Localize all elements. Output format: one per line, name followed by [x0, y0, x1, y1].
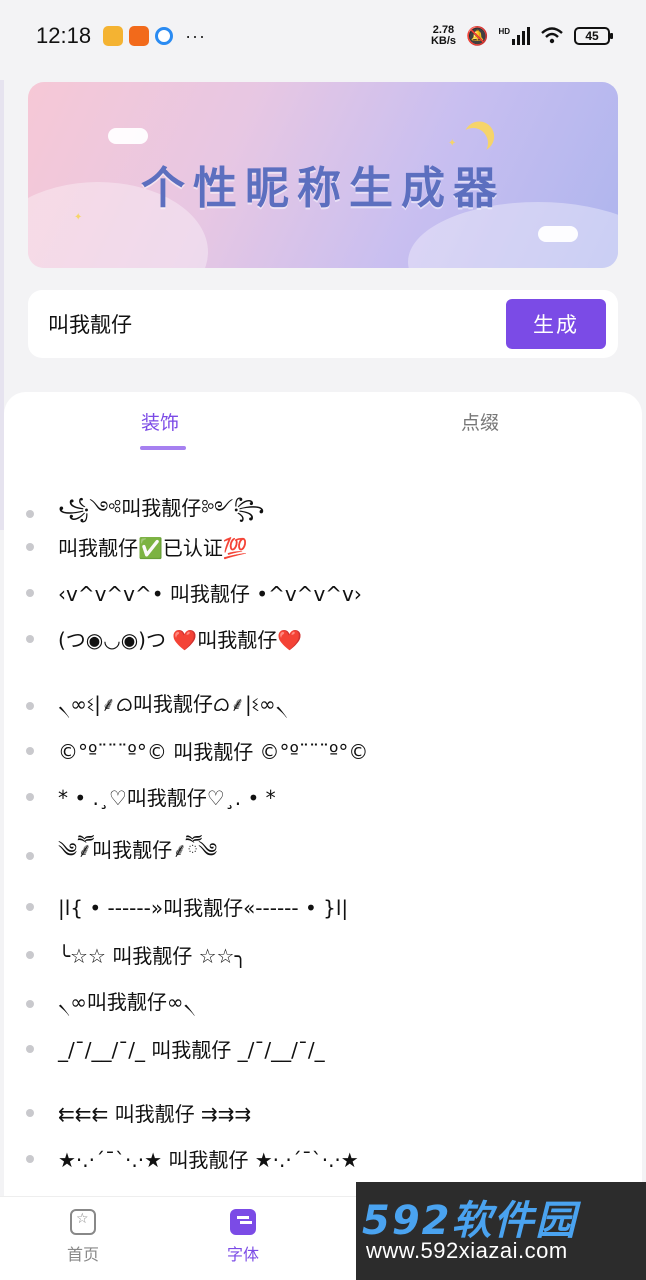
status-time: 12:18 — [36, 23, 92, 48]
bullet — [26, 902, 34, 911]
nickname-result-item[interactable]: ©°º¨¨¨º°© 叫我靓仔 ©°º¨¨¨º°© — [26, 736, 626, 765]
bullet — [26, 634, 34, 643]
nickname-text: ★·.·´¯`·.·★ 叫我靓仔 ★·.·´¯`·.·★ — [58, 1148, 359, 1172]
more-notifications-icon: ··· — [185, 25, 207, 46]
hd-label: HD — [498, 27, 510, 36]
tab-decoration[interactable]: 装饰 — [141, 408, 179, 435]
nickname-result-item[interactable]: ╰☆☆ 叫我靓仔 ☆☆╮ — [26, 940, 626, 969]
bullet — [26, 792, 34, 801]
mute-icon: 🔕 — [466, 25, 489, 46]
bullet — [26, 1154, 34, 1163]
signal-icon: HD — [498, 27, 530, 45]
font-icon — [230, 1209, 256, 1235]
nickname-text: ‹v^v^v^• 叫我靓仔 •^v^v^v› — [58, 582, 362, 606]
bullet — [26, 999, 34, 1008]
browser-app-icon — [155, 27, 174, 45]
bullet — [26, 588, 34, 597]
network-speed-unit: KB/s — [430, 35, 457, 47]
banner: ✦ ✦ 个性昵称生成器 — [28, 82, 618, 268]
bullet — [26, 1044, 34, 1053]
nickname-text: ╰☆☆ 叫我靓仔 ☆☆╮ — [58, 944, 247, 968]
style-tabs: 装饰 点缀 — [4, 392, 642, 458]
active-tab-indicator — [140, 446, 186, 450]
nav-font-label: 字体 — [226, 1245, 259, 1264]
battery-indicator: 45 — [574, 27, 613, 45]
cloud-icon — [108, 128, 148, 144]
nickname-text: (つ◉◡◉)つ ❤️叫我靓仔❤️ — [58, 628, 303, 652]
bullet — [26, 510, 34, 518]
nav-home-label: 首页 — [66, 1245, 99, 1264]
nav-font[interactable]: 字体 — [198, 1209, 288, 1265]
banner-title: 个性昵称生成器 — [141, 163, 505, 214]
star-icon: ✦ — [448, 138, 457, 149]
status-indicators: 2.78 KB/s 🔕 HD 45 — [431, 25, 613, 47]
bullet — [26, 852, 34, 860]
nickname-input[interactable] — [48, 312, 506, 336]
nickname-result-item[interactable]: (つ◉◡◉)つ ❤️叫我靓仔❤️ — [26, 624, 626, 653]
nickname-text: 叫我靓仔✅已认证💯 — [58, 536, 248, 560]
nickname-text: ৲∞叫我靓仔∞৲ — [58, 990, 196, 1014]
watermark-url: www.592xiazai.com — [366, 1238, 568, 1263]
home-icon — [70, 1209, 96, 1235]
nickname-result-item[interactable]: ༄ཽ⸙叫我靓仔⸙ཽ༄ — [26, 828, 626, 884]
status-bar: 12:18 ··· 2.78 KB/s 🔕 HD 45 — [0, 0, 646, 72]
nickname-text: ༄ཽ⸙叫我靓仔⸙ཽ༄ — [58, 838, 218, 862]
nickname-result-item[interactable]: _/¯/__/¯/_ 叫我靓仔 _/¯/__/¯/_ — [26, 1034, 626, 1063]
results-panel: 装饰 点缀 ꧁༺叫我靓仔༻꧂ 叫我靓仔✅已认证💯 ‹v^v^v^• 叫我靓仔 •… — [4, 392, 642, 1196]
nav-home[interactable]: 首页 — [38, 1209, 128, 1265]
status-app-icons: ··· — [103, 26, 206, 47]
generate-button[interactable]: 生成 — [506, 299, 606, 349]
nickname-text: _/¯/__/¯/_ 叫我靓仔 _/¯/__/¯/_ — [58, 1038, 325, 1062]
nickname-text: ©°º¨¨¨º°© 叫我靓仔 ©°º¨¨¨º°© — [58, 740, 369, 764]
tab-embellish[interactable]: 点缀 — [461, 408, 499, 435]
nickname-result-item[interactable]: ৲∞ଽ|⸙ᜊ叫我靓仔ᜊ⸙|ଽ∞৲ — [26, 688, 626, 723]
nickname-result-item[interactable]: |l{ • ------»叫我靓仔«------ • }l| — [26, 892, 626, 921]
nickname-result-item[interactable]: 叫我靓仔✅已认证💯 — [26, 532, 626, 561]
nickname-text: ৲∞ଽ|⸙ᜊ叫我靓仔ᜊ⸙|ଽ∞৲ — [58, 692, 288, 716]
name-input-card: 生成 — [28, 290, 618, 358]
bullet — [26, 746, 34, 755]
nickname-text: * • .¸♡叫我靓仔♡¸. • * — [58, 786, 276, 810]
nickname-text: |l{ • ------»叫我靓仔«------ • }l| — [58, 896, 349, 920]
bullet — [26, 950, 34, 959]
nickname-result-item[interactable]: ★·.·´¯`·.·★ 叫我靓仔 ★·.·´¯`·.·★ — [26, 1144, 626, 1173]
bullet — [26, 1108, 34, 1117]
bullet — [26, 542, 34, 551]
nickname-result-item[interactable]: ‹v^v^v^• 叫我靓仔 •^v^v^v› — [26, 578, 626, 607]
bullet — [26, 701, 34, 710]
mi-app-icon — [129, 26, 150, 46]
watermark: 592软件园 www.592xiazai.com — [356, 1182, 646, 1280]
nickname-result-item[interactable]: * • .¸♡叫我靓仔♡¸. • * — [26, 782, 626, 811]
cloud-icon — [538, 226, 578, 242]
nickname-result-item[interactable]: ৲∞叫我靓仔∞৲ — [26, 986, 626, 1021]
nickname-text: ⇇⇇⇇ 叫我靓仔 ⇉⇉⇉ — [58, 1102, 252, 1126]
network-speed: 2.78 KB/s — [431, 25, 456, 47]
nickname-result-item[interactable]: ⇇⇇⇇ 叫我靓仔 ⇉⇉⇉ — [26, 1098, 626, 1127]
wifi-icon — [540, 26, 564, 47]
notification-app-icon — [103, 26, 124, 46]
